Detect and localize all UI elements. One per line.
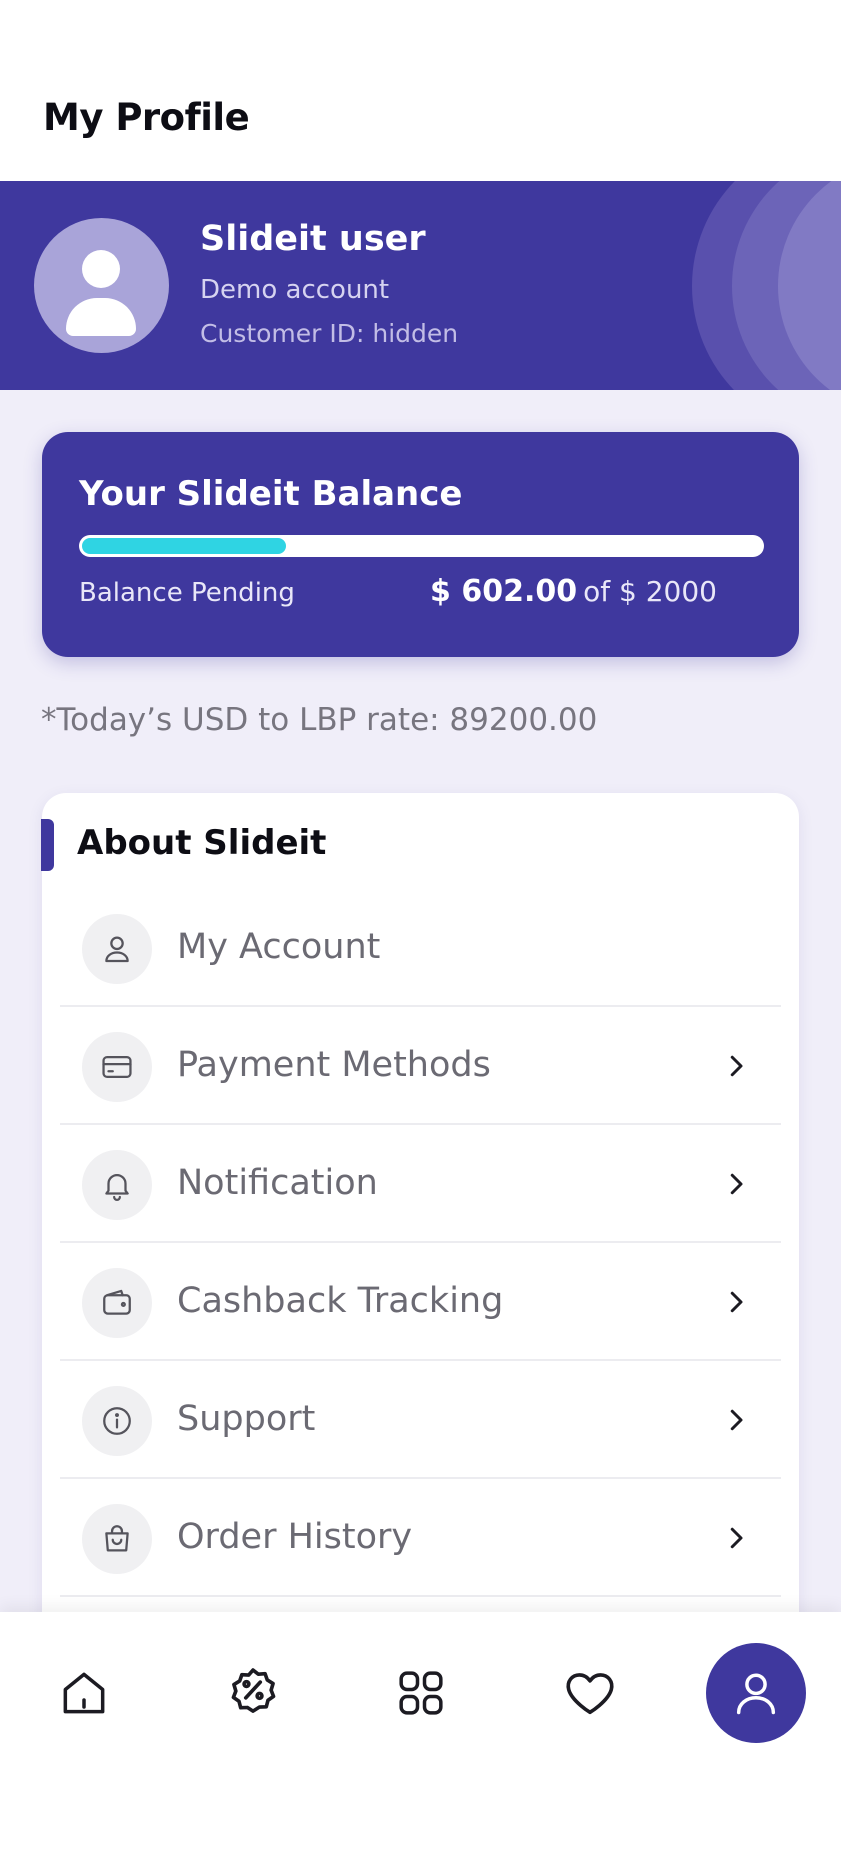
menu-item-label: My Account bbox=[177, 927, 381, 967]
balance-title: Your Slideit Balance bbox=[79, 474, 463, 514]
balance-card: Your Slideit Balance Balance Pending $ 6… bbox=[42, 432, 799, 657]
bottom-navigation bbox=[0, 1612, 841, 1870]
about-section: About Slideit My Account Payment Methods… bbox=[41, 793, 799, 1693]
home-icon bbox=[63, 1672, 105, 1714]
chevron-right-icon bbox=[730, 1527, 743, 1549]
menu-item-payment-methods[interactable]: Payment Methods bbox=[60, 1007, 781, 1125]
profile-name: Slideit user bbox=[200, 219, 426, 259]
balance-limit: of $ 2000 bbox=[583, 575, 717, 608]
customer-id: Customer ID: hidden bbox=[200, 319, 459, 348]
exchange-rate-note: *Today’s USD to LBP rate: 89200.00 bbox=[41, 702, 598, 738]
nav-categories[interactable] bbox=[371, 1643, 471, 1743]
menu-item-support[interactable]: Support bbox=[60, 1361, 781, 1479]
info-icon bbox=[82, 1386, 152, 1456]
page-title: My Profile bbox=[43, 96, 250, 139]
menu-item-label: Payment Methods bbox=[177, 1045, 491, 1085]
grid-icon bbox=[399, 1671, 443, 1715]
balance-progress-fill bbox=[82, 538, 286, 554]
menu-item-cashback-tracking[interactable]: Cashback Tracking bbox=[60, 1243, 781, 1361]
nav-profile[interactable] bbox=[706, 1643, 806, 1743]
menu-item-order-history[interactable]: Order History bbox=[60, 1479, 781, 1597]
menu-item-label: Notification bbox=[177, 1163, 378, 1203]
menu-item-label: Support bbox=[177, 1399, 316, 1439]
chevron-right-icon bbox=[730, 1173, 743, 1195]
balance-progress-bar bbox=[79, 535, 764, 557]
wallet-icon bbox=[82, 1268, 152, 1338]
profile-icon bbox=[736, 1673, 776, 1715]
top-bar: My Profile bbox=[0, 0, 841, 181]
nav-favorites[interactable] bbox=[540, 1643, 640, 1743]
credit-card-icon bbox=[82, 1032, 152, 1102]
nav-home[interactable] bbox=[34, 1643, 134, 1743]
balance-pending-amount: $ 602.00 bbox=[430, 574, 578, 609]
user-avatar-icon[interactable] bbox=[34, 218, 169, 353]
chevron-right-icon bbox=[730, 1409, 743, 1431]
user-icon bbox=[82, 914, 152, 984]
nav-offers[interactable] bbox=[203, 1643, 303, 1743]
menu-item-label: Order History bbox=[177, 1517, 413, 1557]
section-accent bbox=[41, 819, 54, 871]
menu-item-label: Cashback Tracking bbox=[177, 1281, 504, 1321]
balance-amount: $ 602.00 of $ 2000 bbox=[430, 574, 717, 609]
profile-header: Slideit user Demo account Customer ID: h… bbox=[0, 181, 841, 390]
chevron-right-icon bbox=[730, 1291, 743, 1313]
shopping-bag-icon bbox=[82, 1504, 152, 1574]
menu-item-notification[interactable]: Notification bbox=[60, 1125, 781, 1243]
discount-badge-icon bbox=[231, 1668, 276, 1713]
about-title: About Slideit bbox=[77, 823, 327, 863]
balance-label: Balance Pending bbox=[79, 578, 295, 608]
heart-icon bbox=[566, 1673, 614, 1715]
menu-item-my-account[interactable]: My Account bbox=[60, 889, 781, 1007]
bell-icon bbox=[82, 1150, 152, 1220]
profile-subtitle: Demo account bbox=[200, 275, 390, 305]
chevron-right-icon bbox=[730, 1055, 743, 1077]
